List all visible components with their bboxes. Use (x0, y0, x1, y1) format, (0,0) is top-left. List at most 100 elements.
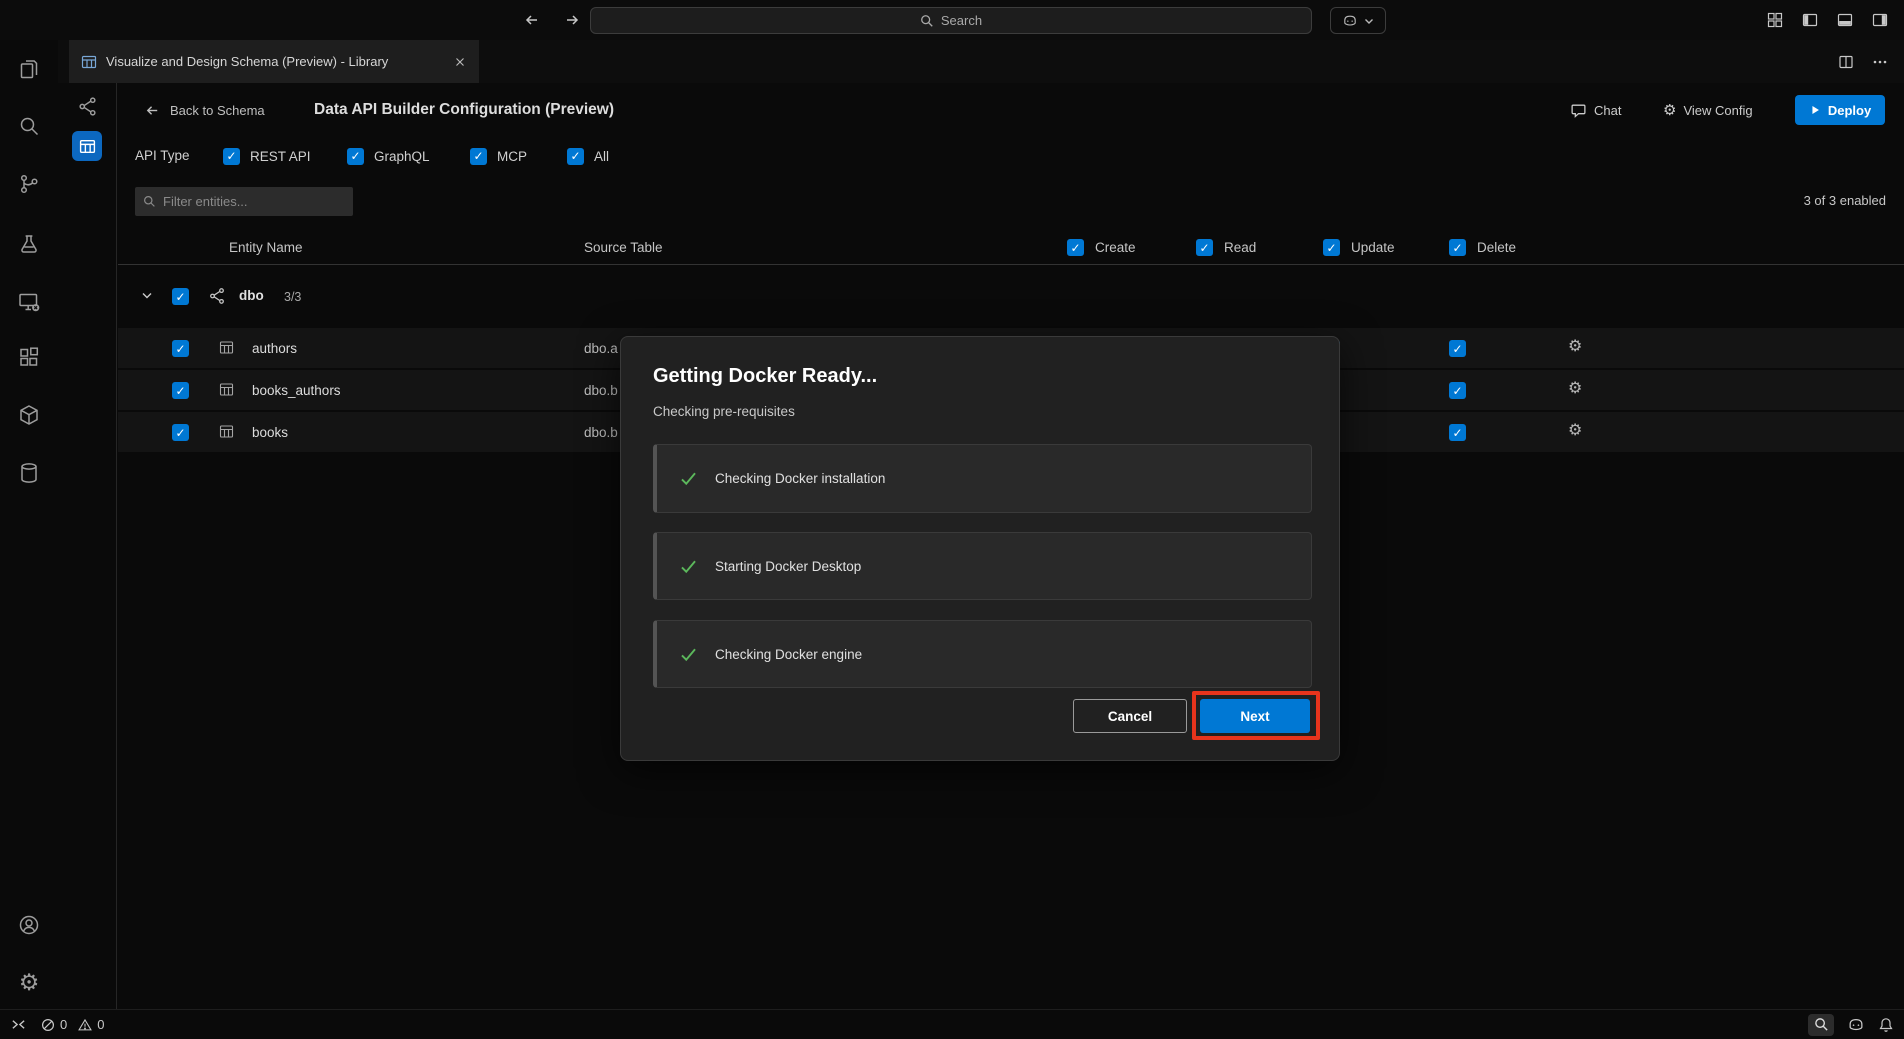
mcp-label: MCP (497, 149, 527, 164)
row-select-checkbox[interactable] (172, 424, 189, 441)
view-config-label: View Config (1683, 103, 1752, 118)
explorer-icon[interactable] (0, 45, 58, 93)
enabled-summary: 3 of 3 enabled (1804, 193, 1886, 208)
chat-icon (1570, 102, 1587, 119)
zoom-indicator[interactable] (1808, 1014, 1834, 1036)
filter-entities-input[interactable] (163, 194, 333, 209)
tab-visualize-design-schema[interactable]: Visualize and Design Schema (Preview) - … (69, 40, 479, 83)
copilot-status-icon[interactable] (1847, 1016, 1865, 1034)
entity-name: authors (252, 341, 297, 356)
chat-label: Chat (1594, 103, 1621, 118)
row-delete-checkbox[interactable] (1449, 424, 1466, 441)
settings-gear-icon[interactable]: ⚙ (0, 959, 58, 1007)
update-all-checkbox[interactable] (1323, 239, 1340, 256)
row-settings-gear-icon[interactable]: ⚙ (1568, 380, 1582, 396)
activity-bar: ⚙ (0, 40, 58, 1009)
titlebar: Search (0, 0, 1904, 40)
getting-docker-ready-dialog: Getting Docker Ready... Checking pre-req… (620, 336, 1340, 761)
filter-search-icon (143, 195, 156, 208)
titlebar-search[interactable]: Search (590, 7, 1312, 34)
table-grid-icon (219, 424, 234, 439)
page-title: Data API Builder Configuration (Preview) (314, 101, 614, 119)
create-all-checkbox[interactable] (1067, 239, 1084, 256)
table-grid-icon (219, 340, 234, 355)
split-editor-icon[interactable] (1838, 54, 1854, 70)
view-config-gear-icon: ⚙ (1663, 103, 1676, 118)
problems-indicator[interactable]: 0 0 (41, 1017, 104, 1032)
tab-close-icon[interactable] (453, 55, 467, 69)
column-source-table: Source Table (584, 240, 663, 255)
view-config-button[interactable]: ⚙ View Config (1663, 96, 1753, 124)
designer-toolbar (58, 83, 117, 1009)
warning-count: 0 (97, 1017, 104, 1032)
tab-schema-icon (81, 54, 97, 70)
graphql-checkbox[interactable] (347, 148, 364, 165)
row-select-checkbox[interactable] (172, 382, 189, 399)
schema-visualizer-icon[interactable] (58, 96, 117, 117)
remote-indicator-icon[interactable] (10, 1017, 27, 1032)
column-read: Read (1196, 239, 1256, 256)
create-column-label: Create (1095, 240, 1136, 255)
nav-back-icon[interactable] (520, 8, 544, 32)
step-label: Checking Docker engine (715, 647, 862, 662)
source-control-icon[interactable] (0, 160, 58, 208)
mcp-checkbox[interactable] (470, 148, 487, 165)
row-settings-gear-icon[interactable]: ⚙ (1568, 338, 1582, 354)
row-delete-checkbox[interactable] (1449, 340, 1466, 357)
chevron-down-icon[interactable] (141, 291, 153, 301)
warning-icon (78, 1018, 92, 1032)
titlebar-search-label: Search (941, 13, 982, 28)
deploy-label: Deploy (1828, 103, 1871, 118)
rest-api-checkbox[interactable] (223, 148, 240, 165)
filter-option-all: All (567, 147, 609, 165)
customize-layout-icon[interactable] (1765, 10, 1785, 30)
tab-title: Visualize and Design Schema (Preview) - … (106, 54, 444, 69)
filter-option-rest-api: REST API (223, 147, 311, 165)
group-count: 3/3 (284, 290, 301, 304)
notifications-bell-icon[interactable] (1878, 1017, 1894, 1033)
back-to-schema-link[interactable]: Back to Schema (144, 97, 265, 123)
package-cube-icon[interactable] (0, 391, 58, 439)
dialog-title: Getting Docker Ready... (653, 365, 877, 388)
step-label: Starting Docker Desktop (715, 559, 861, 574)
extensions-icon[interactable] (0, 333, 58, 381)
nav-forward-icon[interactable] (560, 8, 584, 32)
group-select-checkbox[interactable] (172, 288, 189, 305)
check-icon (679, 645, 698, 664)
graphql-label: GraphQL (374, 149, 430, 164)
error-count: 0 (60, 1017, 67, 1032)
filter-entities-box (135, 187, 353, 216)
check-icon (679, 557, 698, 576)
entity-source: dbo.a (584, 341, 618, 356)
delete-all-checkbox[interactable] (1449, 239, 1466, 256)
check-icon (679, 469, 698, 488)
toggle-sidebar-right-icon[interactable] (1870, 10, 1890, 30)
toggle-sidebar-left-icon[interactable] (1800, 10, 1820, 30)
row-settings-gear-icon[interactable]: ⚙ (1568, 422, 1582, 438)
account-icon[interactable] (0, 901, 58, 949)
row-select-checkbox[interactable] (172, 340, 189, 357)
cancel-button[interactable]: Cancel (1073, 699, 1187, 733)
search-sidebar-icon[interactable] (0, 102, 58, 150)
remote-explorer-icon[interactable] (0, 278, 58, 326)
editor-more-actions-icon[interactable] (1872, 54, 1888, 70)
read-all-checkbox[interactable] (1196, 239, 1213, 256)
column-delete: Delete (1449, 239, 1516, 256)
row-delete-checkbox[interactable] (1449, 382, 1466, 399)
toggle-panel-icon[interactable] (1835, 10, 1855, 30)
docker-step: Starting Docker Desktop (653, 532, 1312, 600)
testing-beaker-icon[interactable] (0, 220, 58, 268)
error-icon (41, 1018, 55, 1032)
rest-api-label: REST API (250, 149, 311, 164)
next-button[interactable]: Next (1200, 699, 1310, 733)
copilot-dropdown-button[interactable] (1330, 7, 1386, 34)
step-label: Checking Docker installation (715, 471, 885, 486)
group-name: dbo (239, 288, 264, 303)
dab-config-icon[interactable] (72, 131, 102, 161)
database-icon[interactable] (0, 449, 58, 497)
table-grid-icon (219, 382, 234, 397)
all-checkbox[interactable] (567, 148, 584, 165)
chat-button[interactable]: Chat (1570, 96, 1621, 124)
deploy-button[interactable]: Deploy (1795, 95, 1885, 125)
entity-table-header: Entity Name Source Table Create Read Upd… (118, 231, 1904, 265)
